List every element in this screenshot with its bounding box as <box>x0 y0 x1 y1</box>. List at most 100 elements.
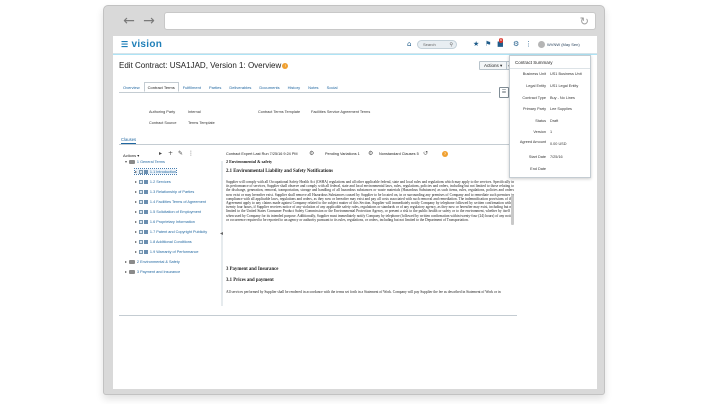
play-icon[interactable]: ▸ <box>159 150 162 157</box>
contract-summary-panel: Contract Summary Business Unit US1 Busin… <box>509 55 591 178</box>
document-icon[interactable]: ☰ <box>499 87 509 98</box>
checkbox-icon[interactable] <box>138 250 143 254</box>
tree-item-proprietary[interactable]: ▸ 1.6 Proprietary Information <box>135 219 195 224</box>
pending-variations[interactable]: Pending Variations 1 <box>325 152 360 156</box>
clause-tree: ▾ 1 General Terms ▸ 1.1 Introduction ▸ 1.2 … <box>125 159 215 299</box>
expand-icon[interactable]: ▸ <box>135 220 137 224</box>
expand-icon[interactable]: ▸ <box>135 170 137 174</box>
tree-item-general-terms[interactable]: ▾ 1 General Terms <box>125 159 165 164</box>
tree-item-services[interactable]: ▸ 1.2 Services <box>135 179 171 184</box>
help-icon[interactable]: ? <box>442 151 448 157</box>
add-icon[interactable]: + <box>168 150 173 157</box>
avatar[interactable] <box>538 41 545 48</box>
clauses-actions-menu[interactable]: Actions ▾ <box>123 153 139 158</box>
tree-item-label: 1.4 Facilities Terms of Agreement <box>149 200 206 204</box>
tab-clauses[interactable]: Clauses <box>121 137 137 144</box>
nonstandard-clauses[interactable]: Nonstandard Clauses 5 <box>379 152 419 156</box>
flag-icon[interactable]: ⚑ <box>485 40 491 48</box>
arrow-right-icon[interactable]: → <box>142 14 156 28</box>
app-logo[interactable]: ☰ vision <box>121 39 162 50</box>
expand-icon[interactable]: ▸ <box>135 210 137 214</box>
search-icon[interactable]: ⚲ <box>449 41 453 49</box>
summary-value: Lee Supplies <box>550 107 572 111</box>
tab-contract-terms[interactable]: Contract Terms <box>143 82 179 92</box>
edit-icon[interactable]: ✎ <box>178 150 183 157</box>
star-icon[interactable]: ★ <box>473 40 479 48</box>
tab-history[interactable]: History <box>284 82 304 92</box>
arrow-left-icon[interactable]: ← <box>122 14 136 28</box>
expand-icon[interactable]: ▸ <box>135 250 137 254</box>
clause-icon <box>143 190 148 194</box>
tree-item-label: 1.9 Warranty of Performance <box>149 250 199 254</box>
summary-value: 0.00 USD <box>550 142 567 146</box>
expand-icon[interactable]: ▸ <box>135 240 137 244</box>
checkbox-icon[interactable] <box>138 220 143 224</box>
page-divider <box>119 315 517 316</box>
tree-item-label: 1.3 Relationship of Parties <box>149 190 195 194</box>
tree-item-patent[interactable]: ▸ 1.7 Patent and Copyright Publicity <box>135 229 207 234</box>
page-title: Edit Contract: USA1JAD, Version 1: Overv… <box>119 61 289 70</box>
terms-template-label: Contract Terms Template <box>258 110 301 114</box>
gear-icon[interactable]: ⚙ <box>309 150 314 157</box>
checkbox-icon[interactable] <box>138 240 143 244</box>
tree-item-environmental[interactable]: ▸ 2 Environmental & Safety <box>125 259 180 264</box>
clause-icon <box>143 210 148 214</box>
summary-title: Contract Summary <box>515 60 553 65</box>
more-options-icon[interactable]: ⋮ <box>188 150 194 157</box>
tree-item-introduction[interactable]: ▸ 1.1 Introduction <box>133 168 178 175</box>
tree-item-relationship[interactable]: ▸ 1.3 Relationship of Parties <box>135 189 194 194</box>
clause-heading: 3.1 Prices and payment <box>226 278 274 283</box>
warning-icon[interactable]: ! <box>282 62 289 69</box>
home-icon[interactable]: ⌂ <box>407 40 411 48</box>
tab-social[interactable]: Social <box>323 82 342 92</box>
tab-fulfillment[interactable]: Fulfillment <box>179 82 205 92</box>
expand-icon[interactable]: ▸ <box>135 200 137 204</box>
tree-item-payment[interactable]: ▸ 3 Payment and Insurance <box>125 269 180 274</box>
tree-item-warranty[interactable]: ▸ 1.9 Warranty of Performance <box>135 249 199 254</box>
expand-icon[interactable]: ▸ <box>135 230 137 234</box>
document-scrollbar[interactable] <box>511 195 514 225</box>
checkbox-icon[interactable] <box>138 210 143 214</box>
more-icon[interactable]: ⋮ <box>525 40 532 48</box>
gear-icon[interactable]: ⚙ <box>368 150 373 157</box>
checkbox-icon[interactable] <box>138 180 143 184</box>
expand-icon[interactable]: ▸ <box>135 180 137 184</box>
expand-icon[interactable]: ▸ <box>135 190 137 194</box>
tree-item-additional-conditions[interactable]: ▸ 1.8 Additional Conditions <box>135 239 192 244</box>
tab-documents[interactable]: Documents <box>255 82 283 92</box>
clause-icon <box>143 180 148 184</box>
checkbox-icon[interactable] <box>138 230 143 234</box>
checkbox-icon[interactable] <box>138 190 143 194</box>
terms-template-value: Facilities Service Agreement Terms <box>311 110 371 114</box>
collapse-pane-icon[interactable]: ◂ <box>220 230 223 237</box>
summary-label: Contract Type <box>522 96 546 100</box>
tab-notes[interactable]: Notes <box>304 82 322 92</box>
tree-item-label: 1.7 Patent and Copyright Publicity <box>149 230 208 234</box>
collapse-icon[interactable]: ▾ <box>125 160 127 164</box>
tree-item-label: 2 Environmental & Safety <box>136 260 180 264</box>
menu-icon[interactable]: ☰ <box>121 40 128 49</box>
summary-label: Business Unit <box>522 72 546 76</box>
reload-icon[interactable]: ↻ <box>580 15 589 28</box>
summary-value: Buy - No Lines <box>550 96 575 100</box>
clause-icon <box>143 200 148 204</box>
summary-value: US1 Business Unit <box>550 72 582 76</box>
gear-icon[interactable]: ⚙ <box>513 40 519 48</box>
tree-item-solicitation[interactable]: ▸ 1.5 Solicitation of Employment <box>135 209 201 214</box>
actions-button[interactable]: Actions ▾ <box>479 61 508 70</box>
tab-overview[interactable]: Overview <box>119 82 144 92</box>
user-menu[interactable]: WVNW (May Sen) <box>547 42 580 47</box>
undo-icon[interactable]: ↺ <box>423 150 428 157</box>
tree-item-facilities[interactable]: ▸ 1.4 Facilities Terms of Agreement <box>135 199 206 204</box>
contract-source-label: Contract Source <box>149 121 177 125</box>
tab-deliverables[interactable]: Deliverables <box>225 82 255 92</box>
search-input[interactable]: Search ⚲ <box>417 40 457 49</box>
expand-icon[interactable]: ▸ <box>125 260 127 264</box>
tab-parties[interactable]: Parties <box>205 82 225 92</box>
tree-item-label: 1 General Terms <box>136 160 165 164</box>
section-heading: 3 Payment and Insurance <box>226 267 279 272</box>
address-bar[interactable]: ↻ <box>164 12 596 30</box>
expand-icon[interactable]: ▸ <box>125 270 127 274</box>
checkbox-icon[interactable] <box>138 170 143 174</box>
checkbox-icon[interactable] <box>138 200 143 204</box>
